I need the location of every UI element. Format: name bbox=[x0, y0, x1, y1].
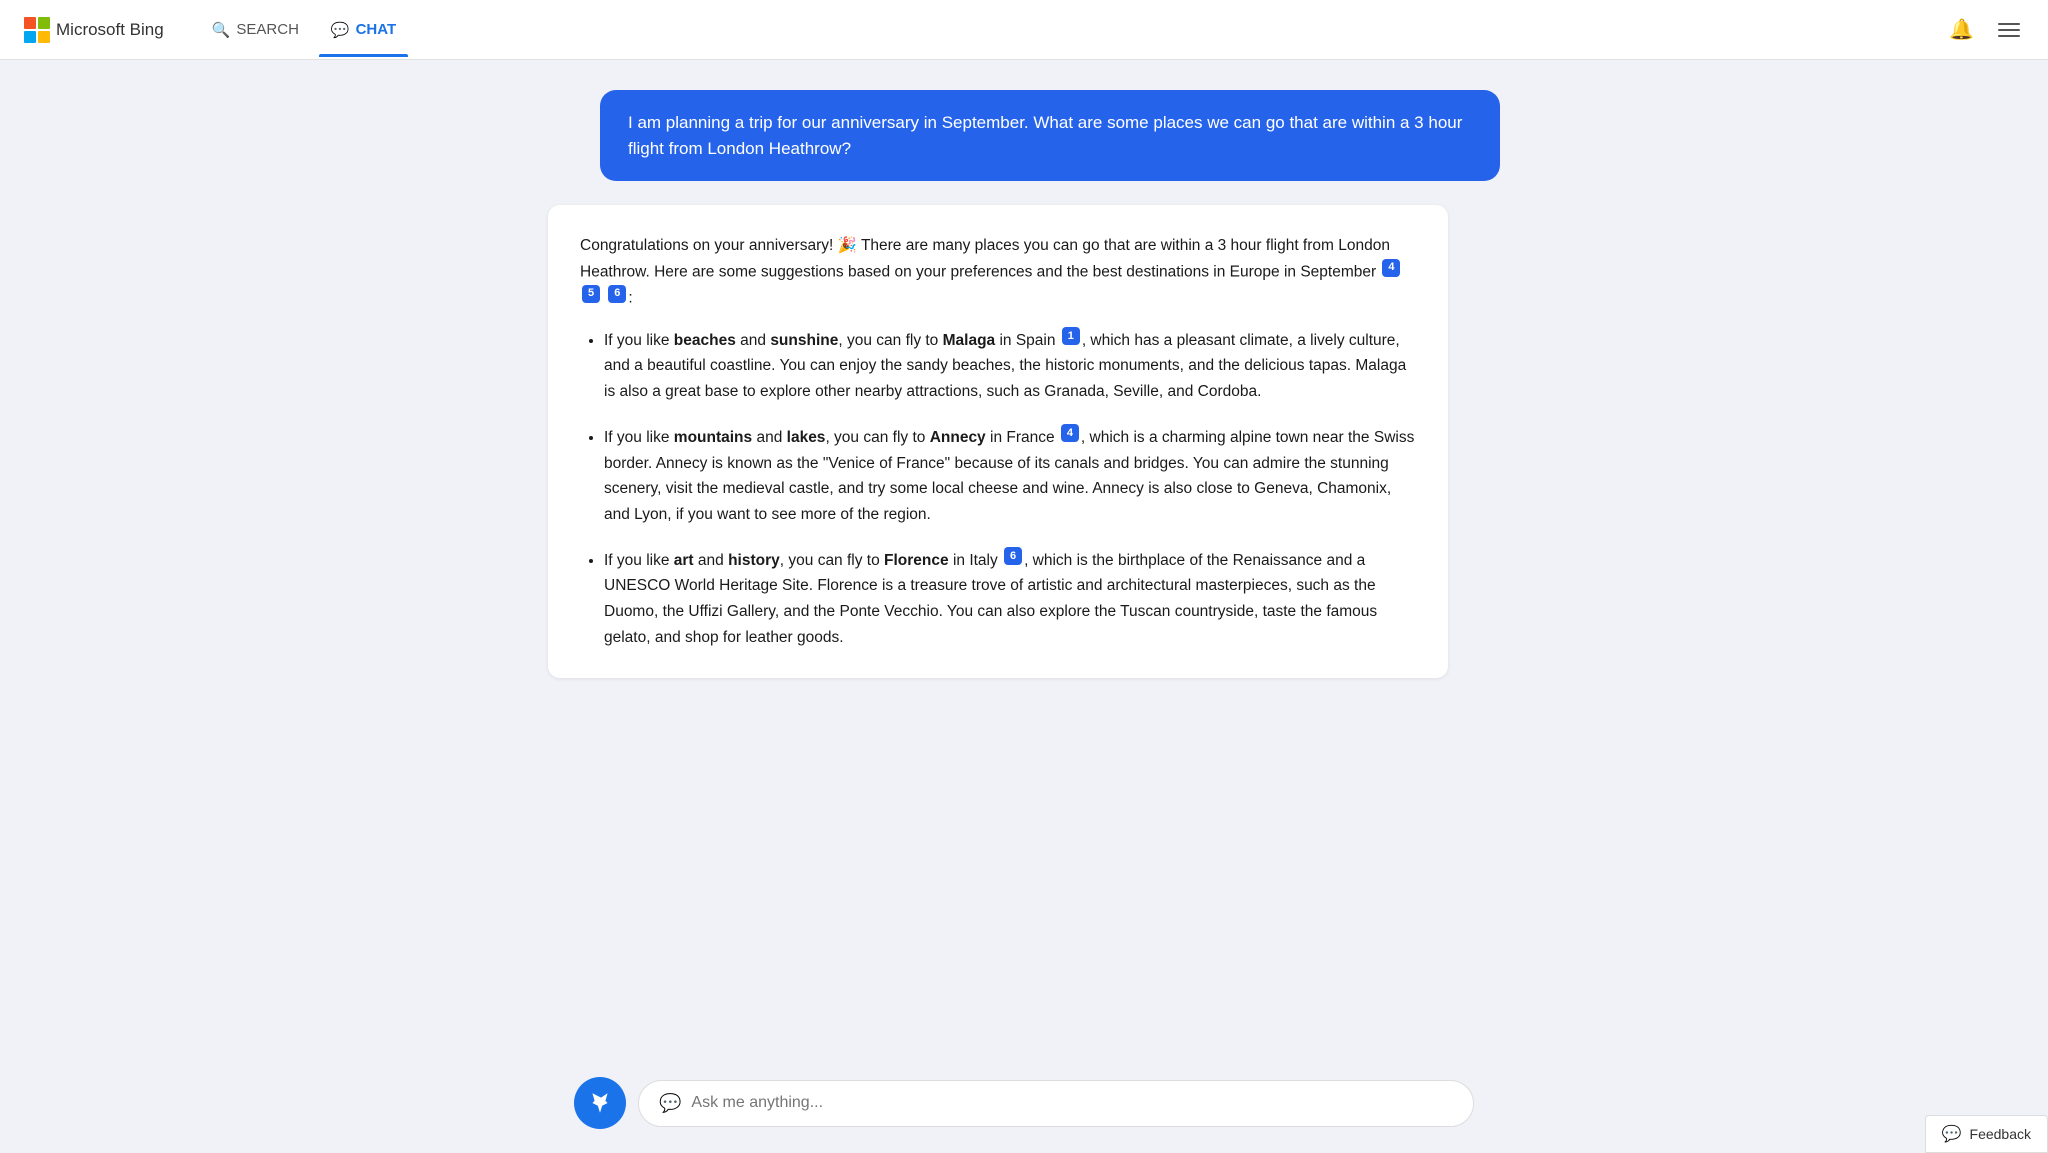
microsoft-logo-icon bbox=[24, 17, 50, 43]
feedback-button[interactable]: 💬 Feedback bbox=[1925, 1115, 2048, 1153]
chat-input[interactable] bbox=[691, 1094, 1453, 1112]
nav-search-label: SEARCH bbox=[236, 21, 299, 38]
citation-4[interactable]: 4 bbox=[1382, 259, 1400, 277]
menu-bar-1 bbox=[1998, 23, 2020, 25]
feedback-label: Feedback bbox=[1970, 1126, 2031, 1142]
bold-sunshine: sunshine bbox=[770, 332, 838, 349]
chat-icon: 💬 bbox=[331, 21, 350, 39]
bold-art: art bbox=[674, 552, 694, 569]
header-right: 🔔 bbox=[1945, 13, 2024, 46]
main-content: I am planning a trip for our anniversary… bbox=[524, 60, 1524, 1153]
citation-6[interactable]: 6 bbox=[608, 285, 626, 303]
header: Microsoft Bing 🔍 SEARCH 💬 CHAT 🔔 bbox=[0, 0, 2048, 60]
menu-bar-3 bbox=[1998, 35, 2020, 37]
menu-bar-2 bbox=[1998, 29, 2020, 31]
nav-chat-label: CHAT bbox=[356, 21, 397, 38]
bing-logo-text: Microsoft Bing bbox=[56, 20, 164, 40]
bing-chat-button[interactable] bbox=[574, 1077, 626, 1129]
destination-florence: Florence bbox=[884, 552, 949, 569]
list-item: If you like art and history, you can fly… bbox=[604, 547, 1416, 650]
bing-logo[interactable]: Microsoft Bing bbox=[24, 17, 164, 43]
bold-history: history bbox=[728, 552, 780, 569]
main-nav: 🔍 SEARCH 💬 CHAT bbox=[200, 3, 408, 57]
input-bar: 💬 bbox=[0, 1061, 2048, 1153]
destination-annecy: Annecy bbox=[930, 429, 986, 446]
bold-beaches: beaches bbox=[674, 332, 736, 349]
notifications-button[interactable]: 🔔 bbox=[1945, 13, 1978, 46]
citation-6b[interactable]: 6 bbox=[1004, 547, 1022, 565]
list-item: If you like beaches and sunshine, you ca… bbox=[604, 327, 1416, 404]
citation-4b[interactable]: 4 bbox=[1061, 424, 1079, 442]
input-field-wrap: 💬 bbox=[638, 1080, 1474, 1127]
input-chat-icon: 💬 bbox=[659, 1093, 681, 1114]
ai-response: Congratulations on your anniversary! 🎉 T… bbox=[548, 205, 1448, 678]
bing-icon bbox=[587, 1090, 613, 1116]
user-message-text: I am planning a trip for our anniversary… bbox=[628, 113, 1462, 158]
destination-list: If you like beaches and sunshine, you ca… bbox=[580, 327, 1416, 650]
search-icon: 🔍 bbox=[212, 21, 231, 39]
nav-chat[interactable]: 💬 CHAT bbox=[319, 3, 408, 57]
citation-1[interactable]: 1 bbox=[1062, 327, 1080, 345]
destination-malaga: Malaga bbox=[943, 332, 996, 349]
input-bar-inner: 💬 bbox=[574, 1077, 1474, 1129]
bold-lakes: lakes bbox=[787, 429, 826, 446]
bold-mountains: mountains bbox=[674, 429, 752, 446]
user-message: I am planning a trip for our anniversary… bbox=[600, 90, 1500, 181]
list-item: If you like mountains and lakes, you can… bbox=[604, 424, 1416, 527]
feedback-icon: 💬 bbox=[1942, 1124, 1962, 1144]
nav-search[interactable]: 🔍 SEARCH bbox=[200, 3, 311, 57]
citation-5[interactable]: 5 bbox=[582, 285, 600, 303]
menu-button[interactable] bbox=[1994, 19, 2024, 41]
ai-intro: Congratulations on your anniversary! 🎉 T… bbox=[580, 233, 1416, 311]
